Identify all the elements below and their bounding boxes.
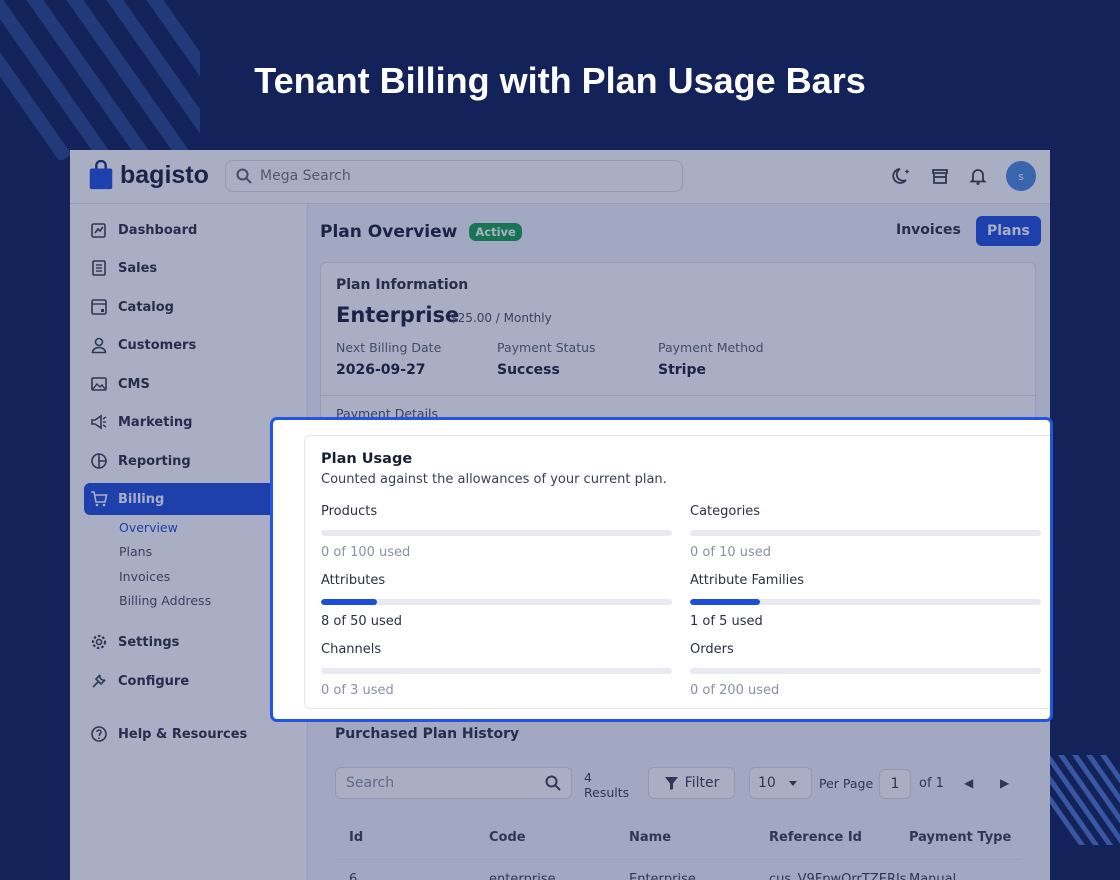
usage-bar-fill bbox=[321, 599, 378, 605]
usage-bar bbox=[321, 668, 672, 674]
metric-label: Channels bbox=[321, 642, 382, 657]
metric-label: Products bbox=[321, 504, 378, 519]
metric-used-text: 0 of 10 used bbox=[690, 545, 772, 560]
metric-label: Orders bbox=[690, 642, 734, 657]
plan-usage-card: Plan Usage Counted against the allowance… bbox=[304, 435, 1050, 709]
usage-metric-attributes: Attributes 8 of 50 used bbox=[321, 573, 672, 629]
usage-metric-attribute-families: Attribute Families 1 of 5 used bbox=[690, 573, 1041, 629]
usage-metric-orders: Orders 0 of 200 used bbox=[690, 642, 1041, 698]
plan-usage-subtitle: Counted against the allowances of your c… bbox=[321, 472, 667, 487]
metric-label: Attribute Families bbox=[690, 573, 805, 588]
usage-metric-categories: Categories 0 of 10 used bbox=[690, 504, 1041, 560]
plan-usage-highlight: Plan Usage Counted against the allowance… bbox=[270, 417, 1053, 722]
usage-bar-fill bbox=[690, 599, 761, 605]
metric-used-text: 1 of 5 used bbox=[690, 614, 763, 629]
usage-bar bbox=[690, 599, 1041, 605]
plan-usage-title: Plan Usage bbox=[321, 451, 413, 467]
usage-bar bbox=[321, 599, 672, 605]
page-title: Tenant Billing with Plan Usage Bars bbox=[254, 60, 866, 101]
metric-label: Categories bbox=[690, 504, 761, 519]
decor-stripes-bottom-right bbox=[1040, 755, 1120, 845]
metric-used-text: 0 of 100 used bbox=[321, 545, 411, 560]
usage-bar bbox=[690, 668, 1041, 674]
usage-bar bbox=[690, 530, 1041, 536]
usage-metric-products: Products 0 of 100 used bbox=[321, 504, 672, 560]
usage-bar bbox=[321, 530, 672, 536]
metric-used-text: 0 of 3 used bbox=[321, 683, 394, 698]
metric-used-text: 0 of 200 used bbox=[690, 683, 780, 698]
usage-metric-channels: Channels 0 of 3 used bbox=[321, 642, 672, 698]
metric-label: Attributes bbox=[321, 573, 386, 588]
metric-used-text: 8 of 50 used bbox=[321, 614, 403, 629]
